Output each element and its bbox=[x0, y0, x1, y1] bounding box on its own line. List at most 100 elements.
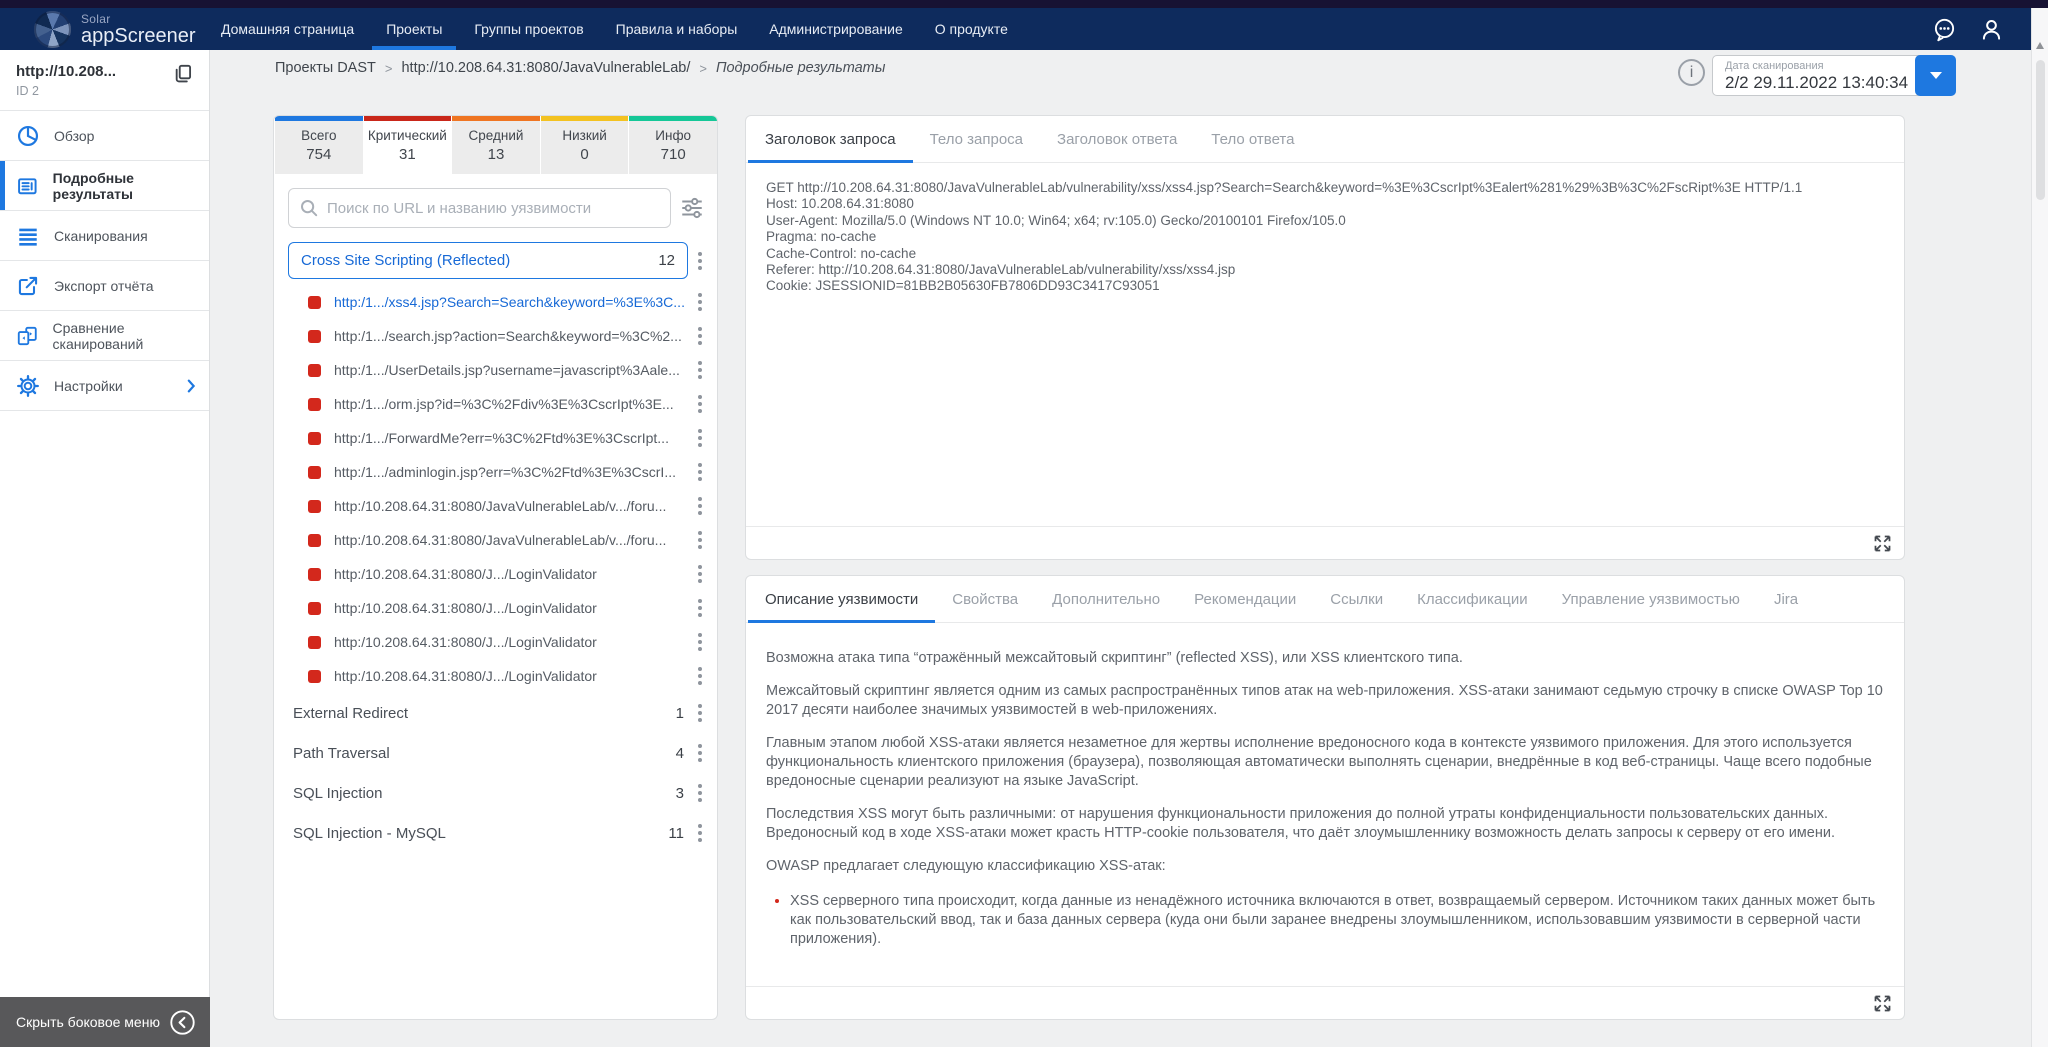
description-tab[interactable]: Дополнительно bbox=[1035, 576, 1177, 622]
vulnerability-item[interactable]: http:/1.../orm.jsp?id=%3C%2Fdiv%3E%3Cscr… bbox=[288, 387, 707, 421]
nav-menu-item[interactable]: Проекты bbox=[370, 8, 458, 50]
vulnerability-item[interactable]: http:/1.../xss4.jsp?Search=Search&keywor… bbox=[288, 285, 707, 319]
kebab-menu-icon[interactable] bbox=[693, 751, 707, 755]
search-input[interactable] bbox=[288, 188, 671, 228]
collapse-sidebar-label: Скрыть боковое меню bbox=[16, 1014, 160, 1030]
vulnerability-item[interactable]: http:/10.208.64.31:8080/JavaVulnerableLa… bbox=[288, 523, 707, 557]
chat-icon[interactable] bbox=[1931, 16, 1958, 43]
severity-tab[interactable]: Низкий 0 bbox=[539, 116, 629, 174]
vulnerability-url[interactable]: http:/10.208.64.31:8080/J.../LoginValida… bbox=[334, 634, 687, 650]
nav-menu-item[interactable]: О продукте bbox=[919, 8, 1024, 50]
group-header[interactable]: Cross Site Scripting (Reflected) 12 bbox=[288, 242, 688, 279]
kebab-menu-icon[interactable] bbox=[693, 572, 707, 576]
kebab-menu-icon[interactable] bbox=[693, 470, 707, 474]
nav-menu-item[interactable]: Домашняя страница bbox=[205, 8, 370, 50]
kebab-menu-icon[interactable] bbox=[693, 258, 707, 263]
kebab-menu-icon[interactable] bbox=[693, 640, 707, 644]
breadcrumb-project-url[interactable]: http://10.208.64.31:8080/JavaVulnerableL… bbox=[401, 60, 690, 76]
description-tab[interactable]: Управление уязвимостью bbox=[1545, 576, 1757, 622]
vulnerability-url[interactable]: http:/1.../xss4.jsp?Search=Search&keywor… bbox=[334, 294, 687, 310]
vulnerability-group[interactable]: SQL Injection 3 bbox=[288, 773, 707, 813]
description-tab[interactable]: Ссылки bbox=[1313, 576, 1400, 622]
request-tab[interactable]: Тело запроса bbox=[913, 116, 1040, 162]
request-tab[interactable]: Заголовок запроса bbox=[748, 116, 913, 163]
scrollbar-thumb[interactable] bbox=[2036, 60, 2045, 200]
vulnerability-items: http:/1.../xss4.jsp?Search=Search&keywor… bbox=[288, 285, 707, 693]
vulnerability-url[interactable]: http:/10.208.64.31:8080/J.../LoginValida… bbox=[334, 566, 687, 582]
kebab-menu-icon[interactable] bbox=[693, 606, 707, 610]
vulnerability-url[interactable]: http:/1.../search.jsp?action=Search&keyw… bbox=[334, 328, 687, 344]
kebab-menu-icon[interactable] bbox=[693, 791, 707, 795]
nav-menu-item[interactable]: Администрирование bbox=[753, 8, 919, 50]
nav-menu-item[interactable]: Группы проектов bbox=[458, 8, 599, 50]
scan-date-select[interactable]: Дата сканирования 2/2 29.11.2022 13:40:3… bbox=[1712, 55, 1956, 96]
breadcrumb-projects[interactable]: Проекты DAST bbox=[275, 60, 376, 76]
sidebar-item-detailed-results[interactable]: Подробные результаты bbox=[0, 161, 209, 211]
severity-tab[interactable]: Инфо 710 bbox=[628, 116, 717, 174]
kebab-menu-icon[interactable] bbox=[693, 368, 707, 372]
page-scrollbar[interactable] bbox=[2031, 8, 2048, 1047]
vulnerability-url[interactable]: http:/10.208.64.31:8080/J.../LoginValida… bbox=[334, 600, 687, 616]
description-tab[interactable]: Рекомендации bbox=[1177, 576, 1313, 622]
description-panel: Описание уязвимости Свойства Дополнитель… bbox=[745, 575, 1905, 1020]
kebab-menu-icon[interactable] bbox=[693, 300, 707, 304]
kebab-menu-icon[interactable] bbox=[693, 711, 707, 715]
vulnerability-url[interactable]: http:/1.../UserDetails.jsp?username=java… bbox=[334, 362, 687, 378]
copy-icon[interactable] bbox=[171, 62, 195, 86]
sidebar-item-scan-comparison[interactable]: Сравнение сканирований bbox=[0, 311, 209, 361]
sidebar-item-overview[interactable]: Обзор bbox=[0, 111, 209, 161]
vulnerability-item[interactable]: http:/1.../UserDetails.jsp?username=java… bbox=[288, 353, 707, 387]
critical-severity-marker bbox=[308, 397, 321, 411]
description-tab[interactable]: Jira bbox=[1757, 576, 1815, 622]
severity-tab[interactable]: Всего 754 bbox=[274, 116, 363, 174]
vulnerability-url[interactable]: http:/10.208.64.31:8080/JavaVulnerableLa… bbox=[334, 532, 687, 548]
vulnerability-item[interactable]: http:/10.208.64.31:8080/J.../LoginValida… bbox=[288, 591, 707, 625]
kebab-menu-icon[interactable] bbox=[693, 674, 707, 678]
vulnerability-group[interactable]: External Redirect 1 bbox=[288, 693, 707, 733]
critical-severity-marker bbox=[308, 329, 321, 343]
vulnerability-item[interactable]: http:/10.208.64.31:8080/JavaVulnerableLa… bbox=[288, 489, 707, 523]
logo-product: appScreener bbox=[81, 24, 196, 47]
vulnerability-item[interactable]: http:/10.208.64.31:8080/J.../LoginValida… bbox=[288, 659, 707, 693]
vulnerability-item[interactable]: http:/1.../search.jsp?action=Search&keyw… bbox=[288, 319, 707, 353]
severity-tab[interactable]: Средний 13 bbox=[451, 116, 540, 174]
vulnerability-url[interactable]: http:/1.../adminlogin.jsp?err=%3C%2Ftd%3… bbox=[334, 464, 687, 480]
kebab-menu-icon[interactable] bbox=[693, 538, 707, 542]
request-tab[interactable]: Заголовок ответа bbox=[1040, 116, 1194, 162]
sidebar-item-scans[interactable]: Сканирования bbox=[0, 211, 209, 261]
scan-date-dropdown-button[interactable] bbox=[1915, 55, 1956, 96]
info-icon[interactable]: i bbox=[1678, 59, 1705, 86]
kebab-menu-icon[interactable] bbox=[693, 402, 707, 406]
kebab-menu-icon[interactable] bbox=[693, 436, 707, 440]
nav-menu-item[interactable]: Правила и наборы bbox=[600, 8, 754, 50]
vulnerability-group[interactable]: Path Traversal 4 bbox=[288, 733, 707, 773]
fullscreen-expand-icon[interactable] bbox=[1872, 533, 1893, 554]
severity-tab[interactable]: Критический 31 bbox=[362, 116, 452, 174]
kebab-menu-icon[interactable] bbox=[693, 504, 707, 508]
vulnerability-url[interactable]: http:/10.208.64.31:8080/J.../LoginValida… bbox=[334, 668, 687, 684]
request-tabs: Заголовок запроса Тело запроса Заголовок… bbox=[746, 116, 1904, 163]
vulnerability-item[interactable]: http:/1.../adminlogin.jsp?err=%3C%2Ftd%3… bbox=[288, 455, 707, 489]
severity-tab-count: 31 bbox=[399, 146, 416, 163]
filter-icon[interactable] bbox=[679, 195, 705, 221]
user-account-icon[interactable] bbox=[1978, 16, 2005, 43]
sidebar-item-report-export[interactable]: Экспорт отчёта bbox=[0, 261, 209, 311]
vulnerability-group[interactable]: SQL Injection - MySQL 11 bbox=[288, 813, 707, 853]
sidebar-item-settings[interactable]: Настройки bbox=[0, 361, 209, 411]
kebab-menu-icon[interactable] bbox=[693, 831, 707, 835]
vulnerability-item[interactable]: http:/10.208.64.31:8080/J.../LoginValida… bbox=[288, 557, 707, 591]
vulnerability-search bbox=[288, 188, 671, 228]
description-tab[interactable]: Описание уязвимости bbox=[748, 576, 936, 623]
fullscreen-expand-icon[interactable] bbox=[1872, 993, 1893, 1014]
collapse-sidebar-button[interactable]: Скрыть боковое меню bbox=[0, 997, 210, 1047]
scrollbar-up-arrow[interactable] bbox=[2036, 42, 2044, 49]
vulnerability-item[interactable]: http:/1.../ForwardMe?err=%3C%2Ftd%3E%3Cs… bbox=[288, 421, 707, 455]
vulnerability-url[interactable]: http:/10.208.64.31:8080/JavaVulnerableLa… bbox=[334, 498, 687, 514]
vulnerability-url[interactable]: http:/1.../orm.jsp?id=%3C%2Fdiv%3E%3Cscr… bbox=[334, 396, 687, 412]
description-tab[interactable]: Свойства bbox=[935, 576, 1035, 622]
vulnerability-url[interactable]: http:/1.../ForwardMe?err=%3C%2Ftd%3E%3Cs… bbox=[334, 430, 687, 446]
request-tab[interactable]: Тело ответа bbox=[1194, 116, 1311, 162]
description-tab[interactable]: Классификации bbox=[1400, 576, 1545, 622]
kebab-menu-icon[interactable] bbox=[693, 334, 707, 338]
vulnerability-item[interactable]: http:/10.208.64.31:8080/J.../LoginValida… bbox=[288, 625, 707, 659]
